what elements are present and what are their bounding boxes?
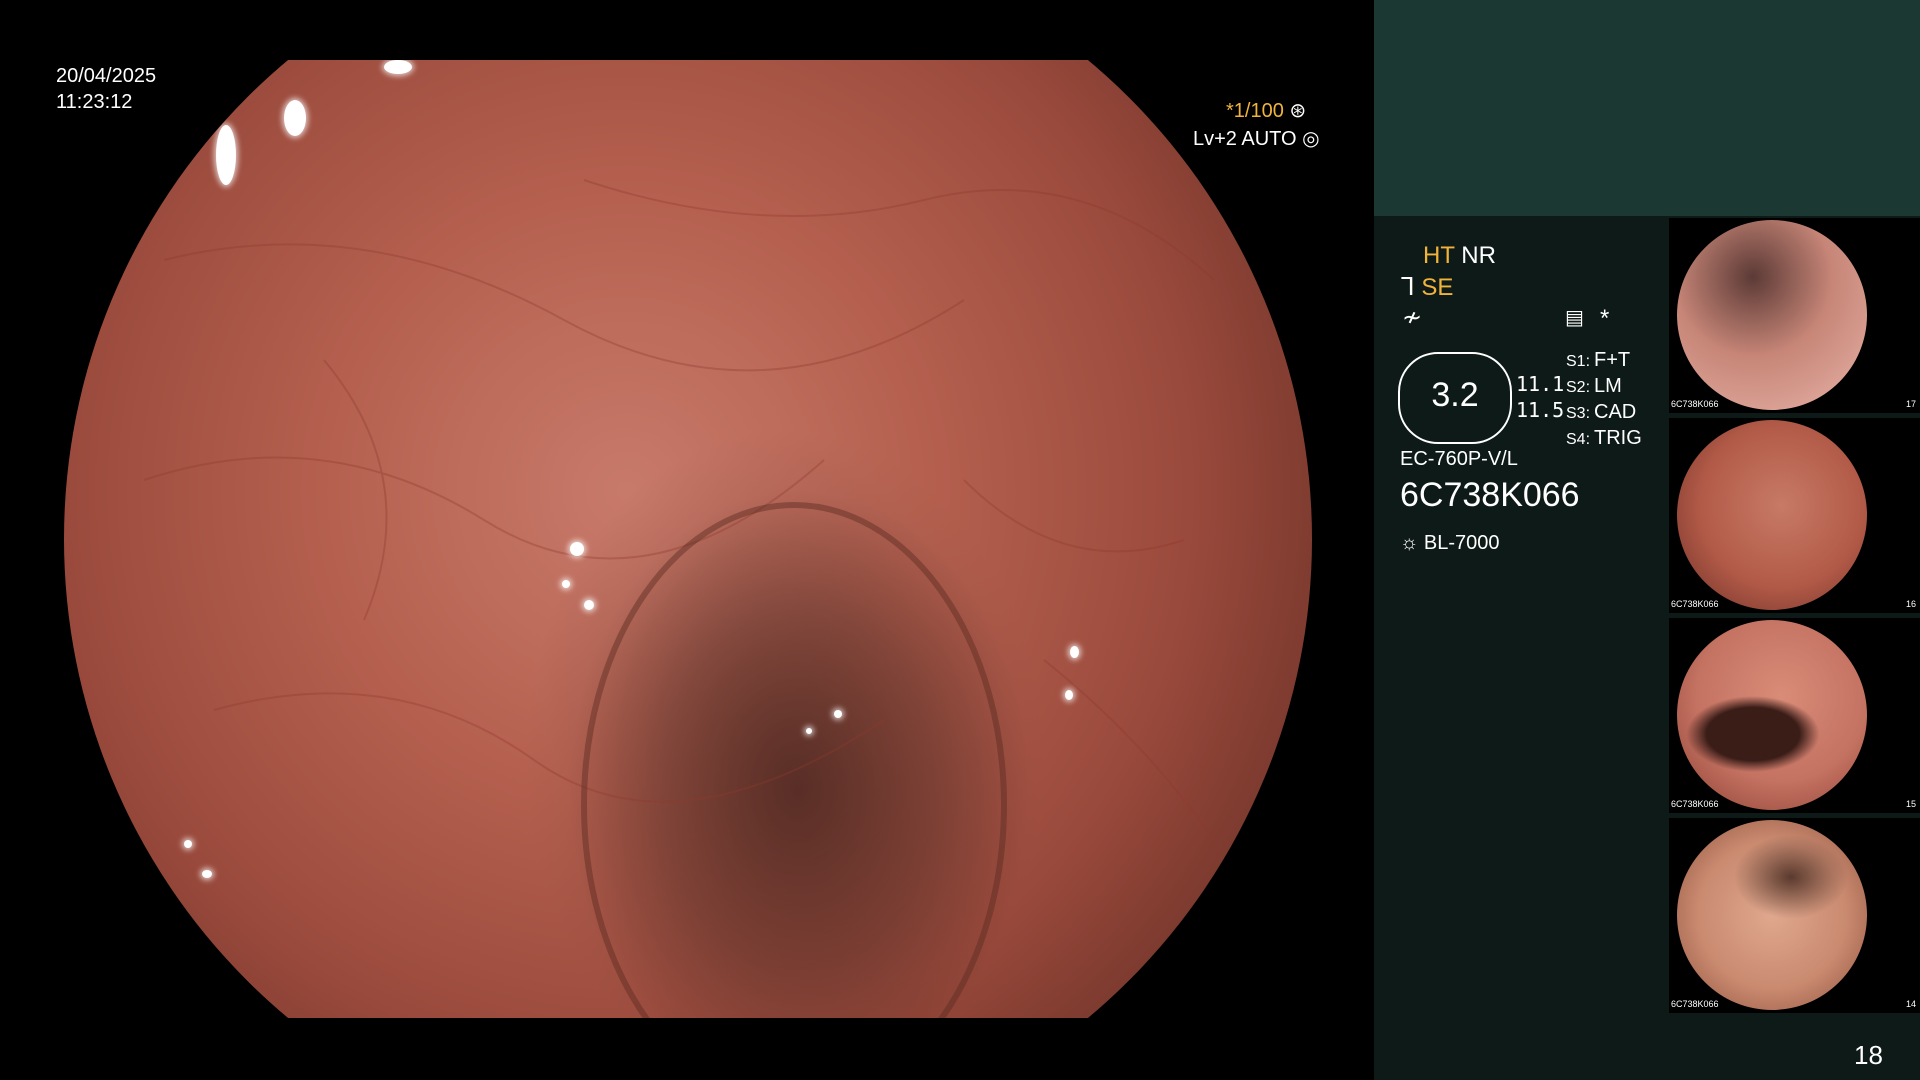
- thumbnail-number: 14: [1905, 999, 1916, 1009]
- thumbnail-number: 16: [1905, 599, 1916, 609]
- se-indicator: SE: [1421, 274, 1454, 301]
- light-source-model: BL-7000: [1423, 532, 1500, 554]
- thumbnail-image: [1677, 420, 1867, 610]
- thumbnail-image: [1677, 620, 1867, 810]
- value-1: 11.1: [1516, 372, 1565, 396]
- mucosa-vessel-texture: [143, 179, 1215, 1018]
- light-reflection: [584, 600, 594, 610]
- scope-setting-s4: S4: TRIG: [1566, 427, 1642, 449]
- structure-enhance-icon: ᒣ: [1400, 274, 1415, 301]
- capture-date: 20/04/2025: [56, 65, 157, 87]
- capture-time: 11:23:12: [56, 91, 133, 113]
- auto-exposure-icon: ◎: [1302, 128, 1320, 150]
- light-reflection: [570, 542, 584, 556]
- scope-settings-list: S1: F+T S2: LM S3: CAD S4: TRIG: [1566, 348, 1642, 452]
- light-reflection: [562, 580, 570, 588]
- shutter-readout: *1/100 ⊛: [1226, 98, 1306, 124]
- color-mode-icon: ≁: [1402, 304, 1423, 331]
- zoom-badge: 3.2: [1398, 352, 1512, 444]
- menu-icon: ▤: [1565, 307, 1584, 329]
- light-reflection: [1070, 646, 1079, 658]
- aperture-icon: ⊛: [1289, 100, 1307, 122]
- scope-model: EC-760P-V/L: [1400, 448, 1518, 470]
- light-reflection: [284, 100, 306, 136]
- page-number: 18: [1854, 1040, 1883, 1070]
- thumbnail-caption: 6C738K066: [1671, 799, 1719, 809]
- capture-thumbnail[interactable]: 6C738K066 17: [1669, 218, 1920, 413]
- endoscope-live-view: [64, 60, 1312, 1018]
- light-reflection: [216, 125, 236, 185]
- capture-thumbnail[interactable]: 6C738K066 14: [1669, 818, 1920, 1013]
- light-reflection: [806, 728, 812, 734]
- thumbnail-caption: 6C738K066: [1671, 399, 1719, 409]
- thumbnail-caption: 6C738K066: [1671, 999, 1719, 1009]
- shutter-value: *1/100: [1226, 100, 1284, 122]
- thumbnail-image: [1677, 820, 1867, 1010]
- thumbnail-number: 15: [1905, 799, 1916, 809]
- ht-nr-row: HT NR: [1423, 242, 1496, 270]
- info-panel-header: [1374, 0, 1920, 216]
- nr-indicator: NR: [1461, 242, 1496, 269]
- thumbnail-image: [1677, 220, 1867, 410]
- thumbnail-caption: 6C738K066: [1671, 599, 1719, 609]
- light-reflection: [834, 710, 842, 718]
- light-reflection: [1065, 690, 1073, 700]
- light-reflection: [184, 840, 192, 848]
- value-2: 11.5: [1516, 398, 1565, 422]
- ht-indicator: HT: [1423, 242, 1455, 269]
- light-bulb-icon: ☼: [1400, 532, 1419, 554]
- scope-serial: 6C738K066: [1400, 476, 1580, 514]
- scope-setting-s1: S1: F+T: [1566, 349, 1631, 371]
- light-source-row: ☼ BL-7000: [1400, 532, 1500, 555]
- scope-setting-s2: S2: LM: [1566, 375, 1622, 397]
- star-indicator: *: [1600, 305, 1610, 332]
- light-reflection: [202, 870, 212, 878]
- capture-thumbnail[interactable]: 6C738K066 16: [1669, 418, 1920, 613]
- level-value: Lv+2 AUTO: [1193, 128, 1297, 150]
- se-row: ᒣ SE: [1400, 273, 1453, 302]
- level-readout: Lv+2 AUTO ◎: [1193, 126, 1320, 152]
- zoom-value: 3.2: [1431, 376, 1479, 414]
- scope-setting-s3: S3: CAD: [1566, 401, 1637, 423]
- capture-thumbnail[interactable]: 6C738K066 15: [1669, 618, 1920, 813]
- light-reflection: [384, 60, 412, 74]
- thumbnail-number: 17: [1905, 399, 1916, 409]
